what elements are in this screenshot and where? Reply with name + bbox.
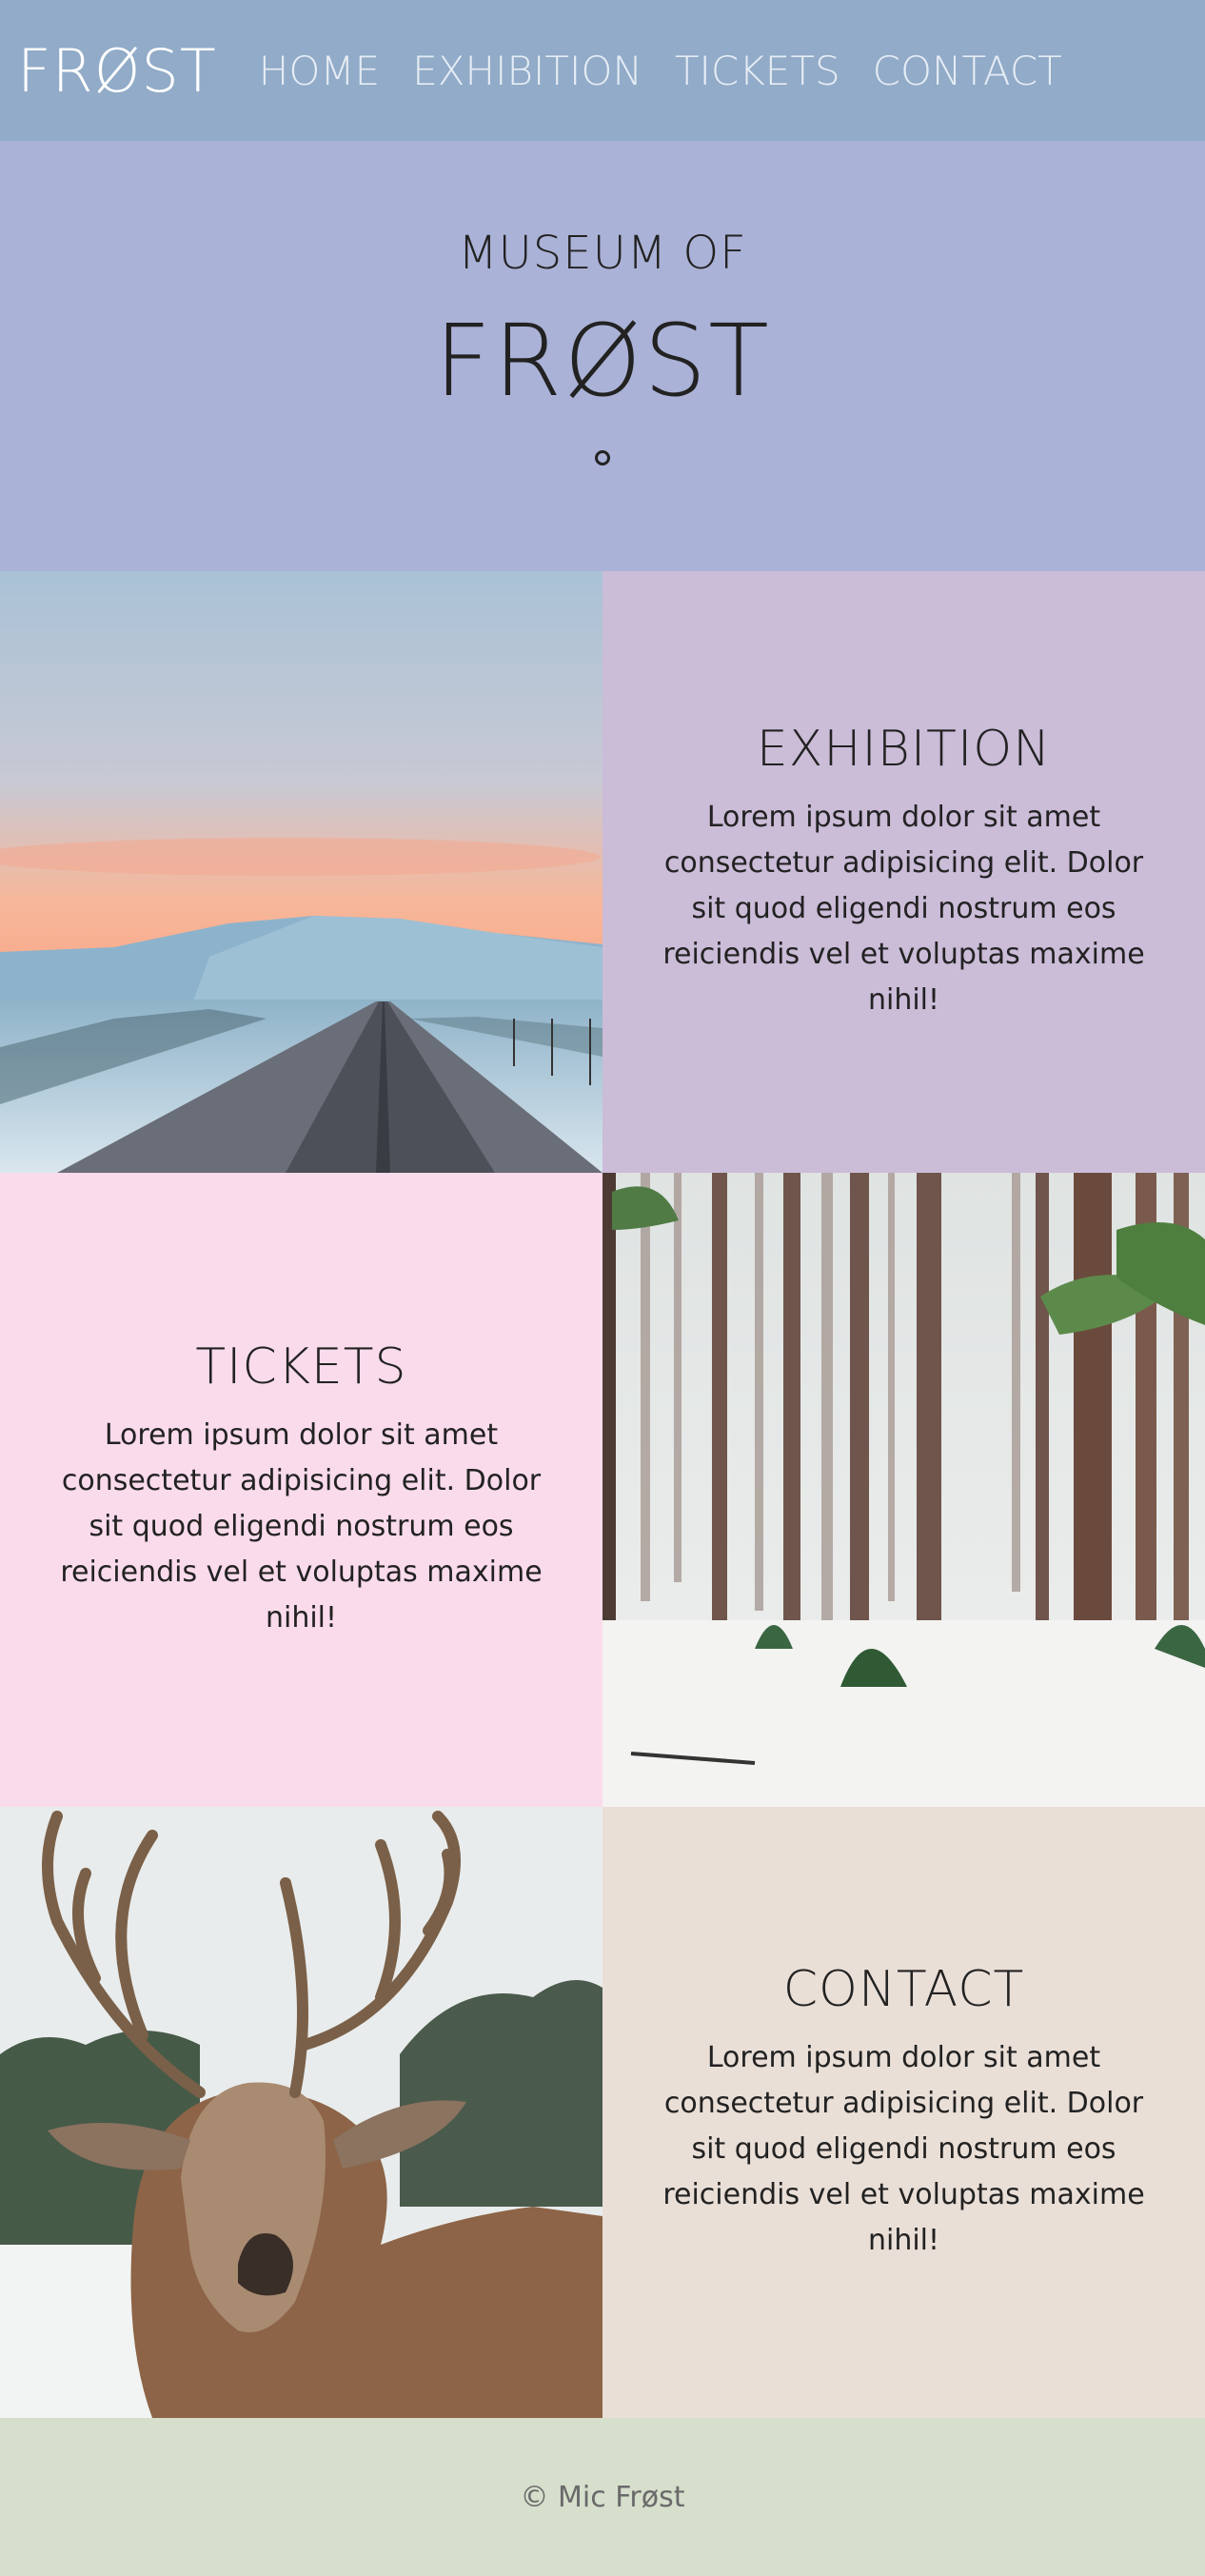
exhibition-title: EXHIBITION xyxy=(756,721,1052,778)
reindeer-image xyxy=(0,1807,602,2418)
tickets-text: Lorem ipsum dolor sit amet consectetur a… xyxy=(60,1418,543,1635)
snowy-forest-image xyxy=(602,1173,1205,1807)
hero-title: FRØST xyxy=(434,303,771,419)
nav-link-exhibition[interactable]: EXHIBITION xyxy=(412,48,642,94)
tickets-title: TICKETS xyxy=(195,1338,407,1396)
exhibition-text: Lorem ipsum dolor sit amet consectetur a… xyxy=(662,801,1145,1017)
nav-link-home[interactable]: HOME xyxy=(259,48,380,94)
decorative-circle-icon xyxy=(595,450,610,466)
hero-section: MUSEUM OF FRØST xyxy=(0,141,1205,571)
contact-section: CONTACT Lorem ipsum dolor sit amet conse… xyxy=(602,1807,1205,2418)
nav-link-contact[interactable]: CONTACT xyxy=(873,48,1062,94)
nav-link-tickets[interactable]: TICKETS xyxy=(675,48,840,94)
hero-kicker: MUSEUM OF xyxy=(458,227,747,280)
nav-links: HOME EXHIBITION TICKETS CONTACT xyxy=(259,48,1062,94)
snowy-road-image xyxy=(0,571,602,1173)
contact-title: CONTACT xyxy=(782,1961,1025,2018)
exhibition-section: EXHIBITION Lorem ipsum dolor sit amet co… xyxy=(602,571,1205,1173)
footer-copyright: © Mic Frøst xyxy=(520,2480,685,2514)
site-logo[interactable]: FRØST xyxy=(17,36,217,106)
footer: © Mic Frøst xyxy=(0,2418,1205,2576)
contact-text: Lorem ipsum dolor sit amet consectetur a… xyxy=(662,2041,1145,2257)
top-nav: FRØST HOME EXHIBITION TICKETS CONTACT xyxy=(0,0,1205,141)
tickets-section: TICKETS Lorem ipsum dolor sit amet conse… xyxy=(0,1173,602,1807)
